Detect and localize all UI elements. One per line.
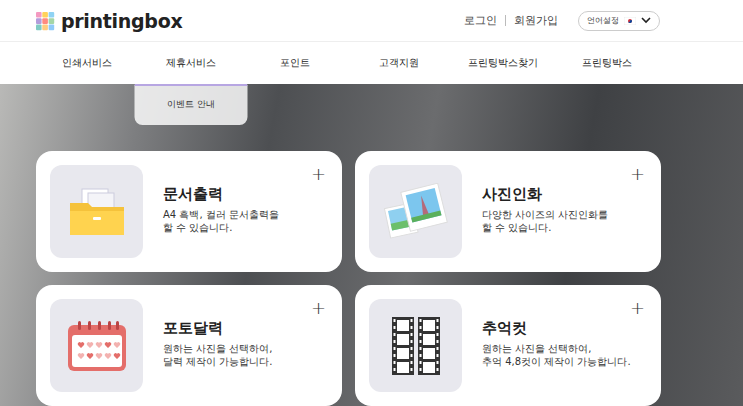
logo[interactable]: printingbox [34,10,182,32]
card-title: 포토달력 [163,319,273,338]
nav-item[interactable]: 포인트 [243,42,347,84]
expand-button[interactable]: + [630,165,645,183]
film-strip-icon [388,315,444,377]
hero-background: 문서출력A4 흑백, 컬러 문서출력을할 수 있습니다.+사진인화다양한 사이즈… [0,84,743,406]
card-text: 문서출력 A4 흑백, 컬러 문서출력을할 수 있습니다. [163,185,279,234]
chevron-down-icon [641,17,651,24]
service-card[interactable]: 포토달력원하는 사진을 선택하여,달력 제작이 가능합니다. + [36,285,342,406]
card-icon-box [50,165,143,258]
nav-item[interactable]: 인쇄서비스 [35,42,139,84]
nav-item[interactable]: 프린팅박스찾기 [451,42,555,84]
header: printingbox 로그인회원가입 언어설정 [0,0,743,42]
expand-button[interactable]: + [630,299,645,317]
card-text: 포토달력원하는 사진을 선택하여,달력 제작이 가능합니다. [163,319,273,368]
card-text: 추억컷원하는 사진을 선택하여,추억 4,8컷이 제작이 가능합니다. [482,319,631,368]
main-nav: 인쇄서비스제휴서비스이벤트 안내포인트고객지원프린팅박스찾기프린팅박스 [0,42,743,84]
page: printingbox 로그인회원가입 언어설정인쇄서비스제휴서비스이벤트 안내포인… [0,0,743,406]
card-title: 문서출력 [163,185,279,204]
card-icon-box [369,299,462,392]
card-title: 사진인화 [482,185,608,204]
card-text: 사진인화다양한 사이즈의 사진인화를할 수 있습니다. [482,185,608,234]
service-card[interactable]: 사진인화다양한 사이즈의 사진인화를할 수 있습니다. + [355,151,661,272]
expand-button[interactable]: + [311,299,326,317]
auth-link[interactable]: 회원가입 [505,15,566,26]
expand-button[interactable]: + [311,165,326,183]
nav-item[interactable]: 고객지원 [347,42,451,84]
nav-item[interactable]: 제휴서비스이벤트 안내 [139,42,243,84]
service-card[interactable]: 추억컷원하는 사진을 선택하여,추억 4,8컷이 제작이 가능합니다. + [355,285,661,406]
service-card[interactable]: 문서출력 A4 흑백, 컬러 문서출력을할 수 있습니다. + [36,151,342,272]
nav-dropdown: 이벤트 안내 [135,84,248,125]
calendar-icon [64,317,130,375]
photos-icon [383,183,449,241]
korea-flag-icon [624,17,636,25]
card-description: 다양한 사이즈의 사진인화를할 수 있습니다. [482,208,608,234]
card-description: A4 흑백, 컬러 문서출력을할 수 있습니다. [163,208,279,234]
card-description: 원하는 사진을 선택하여,추억 4,8컷이 제작이 가능합니다. [482,342,631,368]
nav-item[interactable]: 프린팅박스 [555,42,659,84]
header-right: 로그인회원가입 언어설정 [456,11,660,31]
language-select[interactable]: 언어설정 [578,11,660,31]
card-title: 추억컷 [482,319,631,338]
logo-icon [34,10,56,32]
card-icon-box [50,299,143,392]
folder-icon [66,185,128,239]
card-description: 원하는 사진을 선택하여,달력 제작이 가능합니다. [163,342,273,368]
dropdown-item[interactable]: 이벤트 안내 [167,98,215,111]
card-icon-box [369,165,462,258]
auth-link[interactable]: 로그인 [456,15,505,26]
auth-links: 로그인회원가입 [456,15,566,26]
service-grid: 문서출력A4 흑백, 컬러 문서출력을할 수 있습니다.+사진인화다양한 사이즈… [36,151,743,406]
